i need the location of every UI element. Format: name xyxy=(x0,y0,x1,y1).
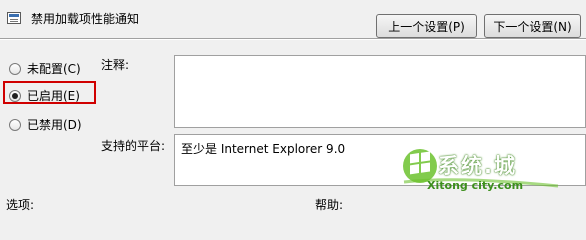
next-setting-button[interactable]: 下一个设置(N) xyxy=(484,14,581,38)
policy-icon xyxy=(7,12,21,24)
radio-circle-enabled[interactable] xyxy=(9,89,21,102)
radio-enabled[interactable]: 已启用(E) xyxy=(9,87,80,104)
radio-label-enabled: 已启用(E) xyxy=(27,89,80,103)
windows-flag-icon xyxy=(403,149,437,183)
radio-label-not-configured: 未配置(C) xyxy=(27,62,81,76)
radio-circle-not-configured[interactable] xyxy=(9,62,21,75)
watermark-text: 系统.城 xyxy=(438,154,517,178)
supported-platform-label: 支持的平台: xyxy=(101,139,166,153)
separator xyxy=(0,38,586,40)
watermark-subtext: Xitong city.com xyxy=(427,179,524,192)
radio-label-disabled: 已禁用(D) xyxy=(27,118,82,132)
comment-textarea[interactable] xyxy=(174,55,586,128)
supported-platform-value: 至少是 Internet Explorer 9.0 xyxy=(181,142,346,156)
prev-setting-button[interactable]: 上一个设置(P) xyxy=(376,14,477,38)
window-title: 禁用加载项性能通知 xyxy=(31,12,140,26)
radio-disabled[interactable]: 已禁用(D) xyxy=(9,116,82,133)
help-label: 帮助: xyxy=(315,198,344,212)
options-label: 选项: xyxy=(6,198,35,212)
radio-circle-disabled[interactable] xyxy=(9,118,21,131)
comment-label: 注释: xyxy=(101,58,130,72)
radio-not-configured[interactable]: 未配置(C) xyxy=(9,60,81,77)
